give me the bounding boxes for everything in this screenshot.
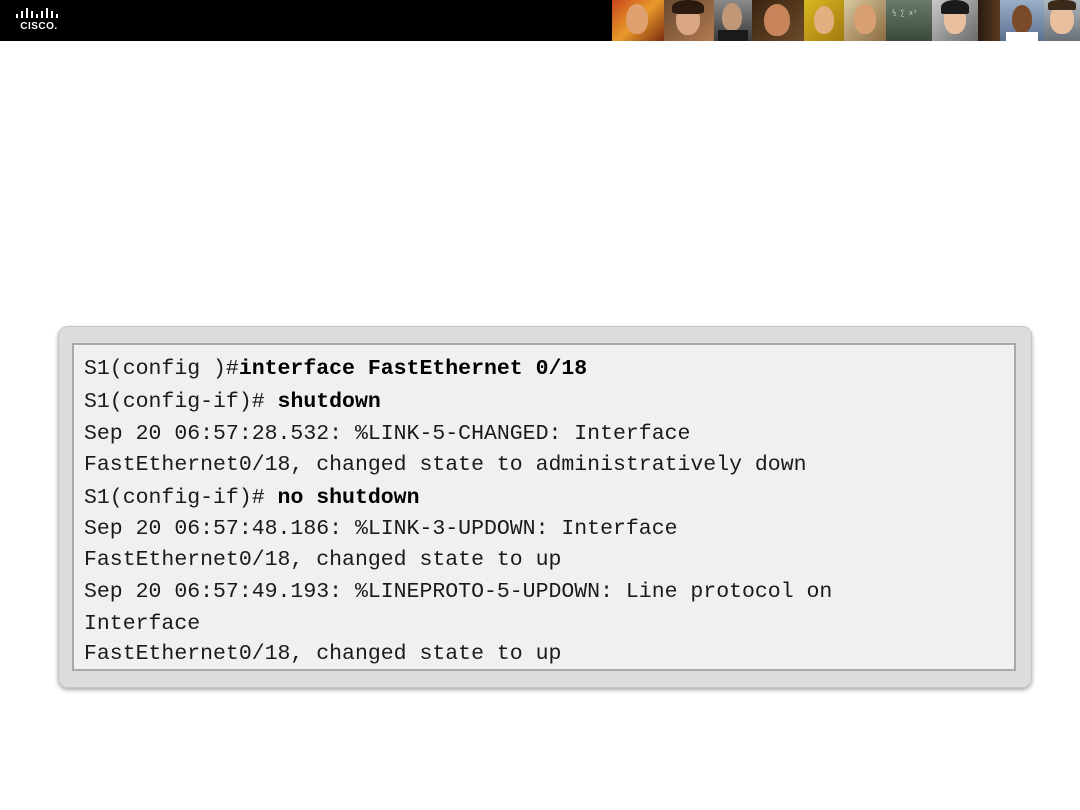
log-text: FastEthernet0/18, changed state to admin… [84, 453, 807, 477]
terminal-line: Sep 20 06:57:28.532: %LINK-5-CHANGED: In… [84, 419, 1004, 449]
cisco-wordmark: CISCO. [20, 21, 58, 32]
prompt: S1(config-if)# [84, 390, 278, 414]
header-photo [932, 0, 978, 41]
log-text: FastEthernet0/18, changed state to up [84, 548, 562, 572]
terminal-line: S1(config-if)# no shutdown [84, 482, 1004, 514]
log-text: Sep 20 06:57:49.193: %LINEPROTO-5-UPDOWN… [84, 580, 833, 604]
header-photo [612, 0, 664, 41]
header-photo [1044, 0, 1080, 41]
header-photo [1000, 0, 1044, 41]
terminal-output: S1(config )#interface FastEthernet 0/18 … [84, 352, 1004, 669]
terminal-line: Interface [84, 609, 1004, 639]
header-photo [752, 0, 804, 41]
header-photo [714, 0, 752, 41]
log-text: Sep 20 06:57:28.532: %LINK-5-CHANGED: In… [84, 422, 691, 446]
terminal-line: FastEthernet0/18, changed state to up [84, 639, 1004, 669]
terminal-line: FastEthernet0/18, changed state to up [84, 545, 1004, 576]
header-photo [978, 0, 1000, 41]
command: no shutdown [277, 486, 420, 510]
header-bar: CISCO. ½ ∑ x² [0, 0, 1080, 41]
prompt: S1(config )# [84, 357, 239, 381]
command: interface FastEthernet 0/18 [238, 357, 588, 381]
terminal-line: S1(config-if)# shutdown [84, 386, 1004, 419]
header-photo [664, 0, 714, 41]
terminal-line: Sep 20 06:57:48.186: %LINK-3-UPDOWN: Int… [84, 514, 1004, 545]
log-text: Sep 20 06:57:48.186: %LINK-3-UPDOWN: Int… [84, 517, 678, 541]
header-photo-strip: ½ ∑ x² [612, 0, 1080, 41]
log-text: Interface [84, 612, 201, 636]
cisco-logo: CISCO. [14, 6, 64, 36]
log-text: FastEthernet0/18, changed state to up [84, 642, 562, 666]
header-photo [804, 0, 844, 41]
prompt: S1(config-if)# [84, 486, 278, 510]
terminal-line: Sep 20 06:57:49.193: %LINEPROTO-5-UPDOWN… [84, 576, 1004, 609]
terminal-line: FastEthernet0/18, changed state to admin… [84, 449, 1004, 482]
command: shutdown [277, 390, 381, 414]
terminal-line: S1(config )#interface FastEthernet 0/18 [84, 352, 1004, 386]
header-photo: ½ ∑ x² [886, 0, 932, 41]
cisco-bridge-logo-icon [16, 8, 58, 18]
header-photo [844, 0, 886, 41]
